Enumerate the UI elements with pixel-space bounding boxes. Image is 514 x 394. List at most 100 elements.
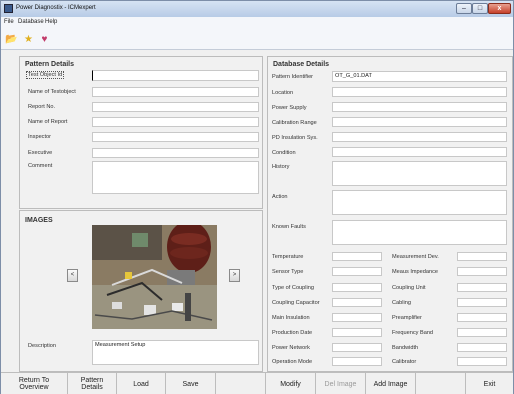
coupling-unit-input[interactable] <box>457 283 507 292</box>
location-label: Location <box>272 90 294 96</box>
load-button[interactable]: Load <box>117 373 166 394</box>
menu-bar: File Database Help <box>1 17 513 28</box>
known-faults-label: Known Faults <box>272 224 306 230</box>
add-image-button[interactable]: Add Image <box>366 373 416 394</box>
operation-mode-input[interactable] <box>332 357 382 366</box>
action-label: Action <box>272 194 288 200</box>
meaus-impedance-label: Meaus Impedance <box>392 269 439 275</box>
app-window: Power Diagnostix - ICMexpert – □ x File … <box>0 0 514 394</box>
pattern-identifier-label: Pattern Identifier <box>272 74 314 80</box>
frequency-band-input[interactable] <box>457 328 507 337</box>
return-to-overview-button[interactable]: Return To Overview <box>1 373 68 394</box>
measurement-dev-input[interactable] <box>457 252 507 261</box>
meaus-impedance-input[interactable] <box>457 267 507 276</box>
images-heading: IMAGES <box>25 217 53 224</box>
test-object-id-input[interactable] <box>92 70 259 81</box>
minimize-button[interactable]: – <box>456 3 472 14</box>
power-supply-label: Power Supply <box>272 105 307 111</box>
title-bar: Power Diagnostix - ICMexpert – □ x <box>1 1 513 17</box>
return-to-overview-line2: Overview <box>19 384 49 391</box>
bandwidth-input[interactable] <box>457 343 507 352</box>
cabling-input[interactable] <box>457 298 507 307</box>
empty-slot-button <box>216 373 266 394</box>
name-of-report-label: Name of Report <box>28 119 68 125</box>
test-object-id-label: Test Object Id <box>26 71 65 79</box>
description-label: Description <box>28 343 56 349</box>
pattern-details-button[interactable]: Pattern Details <box>68 373 117 394</box>
coupling-unit-label: Coupling Unit <box>392 285 426 291</box>
temperature-input[interactable] <box>332 252 382 261</box>
temperature-label: Temperature <box>272 254 304 260</box>
sensor-type-label: Sensor Type <box>272 269 304 275</box>
main-insulation-input[interactable] <box>332 313 382 322</box>
pattern-identifier-input[interactable]: OT_G_01.DAT <box>332 71 507 82</box>
known-faults-input[interactable] <box>332 220 507 245</box>
bandwidth-label: Bandwidth <box>392 345 419 351</box>
pd-insulation-sys-input[interactable] <box>332 132 507 142</box>
calibrator-input[interactable] <box>457 357 507 366</box>
description-input[interactable]: Measurement Setup <box>92 340 259 365</box>
production-date-label: Production Date <box>272 330 313 336</box>
inspector-input[interactable] <box>92 132 259 142</box>
name-of-testobject-input[interactable] <box>92 87 259 97</box>
name-of-testobject-label: Name of Testobject <box>28 89 76 95</box>
next-image-button[interactable]: > <box>229 269 240 282</box>
frequency-band-label: Frequency Band <box>392 330 434 336</box>
measurement-dev-label: Measurement Dev. <box>392 254 439 260</box>
open-folder-icon[interactable]: 📂 <box>5 33 18 46</box>
database-details-heading: Database Details <box>273 61 330 68</box>
calibrator-label: Calibrator <box>392 359 417 365</box>
name-of-report-input[interactable] <box>92 117 259 127</box>
measurement-setup-image[interactable] <box>92 225 217 329</box>
save-button[interactable]: Save <box>166 373 216 394</box>
comment-input[interactable] <box>92 161 259 194</box>
previous-image-button[interactable]: < <box>67 269 78 282</box>
app-icon <box>4 4 13 13</box>
report-no-input[interactable] <box>92 102 259 112</box>
cabling-label: Cabling <box>392 300 411 306</box>
pd-insulation-sys-label: PD Insulation Sys. <box>272 135 318 141</box>
operation-mode-label: Operation Mode <box>272 359 313 365</box>
condition-label: Condition <box>272 150 296 156</box>
coupling-capacitor-input[interactable] <box>332 298 382 307</box>
menu-database[interactable]: Database <box>18 19 44 25</box>
del-image-button[interactable]: Del Image <box>316 373 366 394</box>
power-supply-input[interactable] <box>332 102 507 112</box>
coupling-capacitor-label: Coupling Capacitor <box>272 300 320 306</box>
location-input[interactable] <box>332 87 507 97</box>
power-network-input[interactable] <box>332 343 382 352</box>
executive-label: Executive <box>28 150 53 156</box>
return-to-overview-line1: Return To <box>18 377 50 384</box>
production-date-input[interactable] <box>332 328 382 337</box>
executive-input[interactable] <box>92 148 259 158</box>
pattern-details-heading: Pattern Details <box>25 61 75 68</box>
maximize-button[interactable]: □ <box>472 3 488 14</box>
menu-help[interactable]: Help <box>45 19 57 25</box>
menu-file[interactable]: File <box>4 19 14 25</box>
history-input[interactable] <box>332 161 507 186</box>
calibration-range-label: Calibration Range <box>272 120 317 126</box>
sensor-type-input[interactable] <box>332 267 382 276</box>
empty-slot-button-2 <box>416 373 466 394</box>
main-insulation-label: Main Insulation <box>272 315 310 321</box>
calibration-range-input[interactable] <box>332 117 507 127</box>
type-of-coupling-label: Type of Coupling <box>272 285 314 291</box>
history-label: History <box>272 164 290 170</box>
close-button[interactable]: x <box>488 3 511 14</box>
condition-input[interactable] <box>332 147 507 157</box>
inspector-label: Inspector <box>28 134 52 140</box>
window-title: Power Diagnostix - ICMexpert <box>16 5 96 11</box>
bottom-button-bar: Return To Overview Pattern Details Load … <box>1 372 513 394</box>
exit-button[interactable]: Exit <box>466 373 513 394</box>
report-no-label: Report No. <box>28 104 56 110</box>
modify-button[interactable]: Modify <box>266 373 316 394</box>
photo-graphic <box>92 225 217 329</box>
pattern-details-line1: Pattern <box>80 377 104 384</box>
type-of-coupling-input[interactable] <box>332 283 382 292</box>
comment-label: Comment <box>28 163 53 169</box>
toolbar: 📂 ★ ♥ <box>1 28 513 50</box>
star-icon[interactable]: ★ <box>22 33 35 46</box>
heart-icon[interactable]: ♥ <box>38 33 51 46</box>
preamplifier-input[interactable] <box>457 313 507 322</box>
action-input[interactable] <box>332 190 507 215</box>
